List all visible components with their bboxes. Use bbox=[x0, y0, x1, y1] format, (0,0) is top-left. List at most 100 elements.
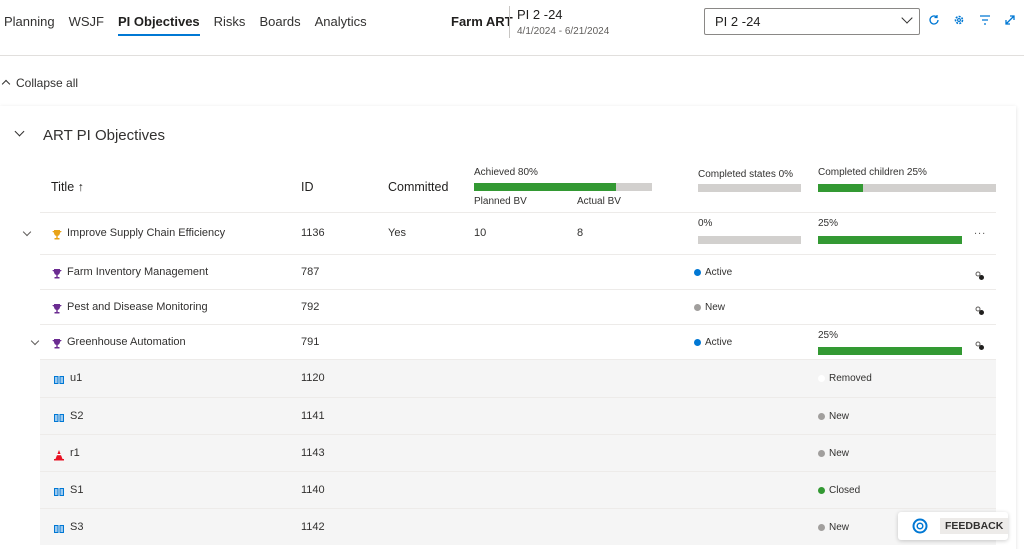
nav-tabs: Planning WSJF PI Objectives Risks Boards… bbox=[4, 0, 381, 44]
column-title[interactable]: Title ↑ bbox=[51, 180, 84, 194]
status-dot-icon bbox=[694, 269, 701, 276]
tab-analytics[interactable]: Analytics bbox=[315, 0, 367, 44]
row-id: 1120 bbox=[301, 372, 325, 384]
book-icon bbox=[53, 373, 65, 385]
status-dot-icon bbox=[818, 524, 825, 531]
achieved-progress-fill bbox=[474, 183, 617, 191]
row-title[interactable]: S2 bbox=[70, 410, 83, 422]
column-completed-states: Completed states 0% bbox=[698, 169, 794, 180]
row-committed: Yes bbox=[388, 227, 406, 239]
status-label: New bbox=[829, 522, 850, 533]
status-label: Active bbox=[705, 267, 733, 278]
tab-planning[interactable]: Planning bbox=[4, 0, 55, 44]
column-id[interactable]: ID bbox=[301, 180, 314, 194]
link-settings-icon[interactable] bbox=[975, 268, 985, 280]
header-divider bbox=[509, 6, 510, 38]
pi-select-value: PI 2 -24 bbox=[715, 14, 761, 29]
row-states-percent: 0% bbox=[698, 218, 713, 229]
tab-pi-objectives[interactable]: PI Objectives bbox=[118, 0, 200, 44]
column-achieved: Achieved 80% bbox=[474, 167, 538, 178]
column-planned-bv: Planned BV bbox=[474, 196, 527, 207]
row-expand-chevron-icon[interactable] bbox=[30, 336, 40, 346]
row-id: 791 bbox=[301, 336, 320, 348]
row-title[interactable]: Pest and Disease Monitoring bbox=[67, 301, 208, 313]
tab-risks[interactable]: Risks bbox=[214, 0, 246, 44]
lifebuoy-icon bbox=[912, 518, 928, 534]
table-row[interactable]: u1 1120 Removed bbox=[40, 359, 996, 397]
section-collapse-chevron-icon[interactable] bbox=[14, 126, 25, 137]
tab-boards[interactable]: Boards bbox=[259, 0, 300, 44]
status-badge: New bbox=[818, 448, 849, 459]
table-row[interactable]: Greenhouse Automation 791 Active 25% bbox=[30, 324, 996, 359]
status-label: New bbox=[829, 448, 850, 459]
collapse-all-button[interactable]: Collapse all bbox=[0, 76, 78, 90]
status-badge: Active bbox=[694, 337, 732, 348]
row-children-percent: 25% bbox=[818, 218, 839, 229]
row-title[interactable]: u1 bbox=[70, 372, 82, 384]
status-label: Removed bbox=[829, 373, 872, 384]
row-title[interactable]: Greenhouse Automation bbox=[67, 336, 186, 348]
table-row[interactable]: Farm Inventory Management 787 Active bbox=[40, 254, 996, 289]
link-settings-icon[interactable] bbox=[975, 303, 985, 315]
row-id: 1140 bbox=[301, 484, 325, 496]
column-committed[interactable]: Committed bbox=[388, 180, 448, 194]
status-badge: New bbox=[818, 522, 849, 533]
row-children-progress-fill bbox=[818, 236, 962, 244]
chevron-up-icon bbox=[1, 79, 11, 89]
completed-children-progress-bar bbox=[818, 184, 996, 192]
pi-select-dropdown[interactable]: PI 2 -24 bbox=[704, 8, 920, 35]
row-children-progress-fill bbox=[818, 347, 962, 355]
status-badge: Closed bbox=[818, 485, 860, 496]
table-row[interactable]: r1 1143 New bbox=[40, 434, 996, 471]
row-id: 1136 bbox=[301, 227, 325, 239]
collapse-all-label: Collapse all bbox=[16, 76, 79, 90]
row-id: 787 bbox=[301, 266, 320, 278]
row-title[interactable]: Improve Supply Chain Efficiency bbox=[67, 227, 225, 239]
link-settings-icon[interactable] bbox=[975, 338, 985, 350]
refresh-icon[interactable] bbox=[927, 13, 941, 27]
status-badge: New bbox=[694, 302, 725, 313]
row-title[interactable]: r1 bbox=[70, 447, 80, 459]
row-title[interactable]: S3 bbox=[70, 521, 83, 533]
table-row[interactable]: Improve Supply Chain Efficiency 1136 Yes 10… bbox=[22, 212, 996, 254]
table-row[interactable]: S1 1140 Closed bbox=[40, 471, 996, 508]
status-dot-icon bbox=[818, 375, 825, 382]
settings-gear-icon[interactable] bbox=[952, 13, 966, 27]
art-name: Farm ART bbox=[451, 14, 513, 29]
trophy-purple-icon bbox=[51, 267, 63, 279]
row-states-progress-bar bbox=[698, 236, 801, 244]
row-expand-chevron-icon[interactable] bbox=[22, 227, 32, 237]
table-row[interactable]: S3 1142 New bbox=[40, 508, 996, 545]
top-bar: Planning WSJF PI Objectives Risks Boards… bbox=[0, 0, 1024, 56]
table-row[interactable]: S2 1141 New bbox=[40, 397, 996, 434]
row-children-progress-bar bbox=[818, 347, 962, 355]
trophy-purple-icon bbox=[51, 302, 63, 314]
status-badge: Removed bbox=[818, 373, 872, 384]
book-icon bbox=[53, 411, 65, 423]
row-actual-bv: 8 bbox=[577, 227, 584, 239]
book-icon bbox=[53, 522, 65, 534]
trophy-purple-icon bbox=[51, 337, 63, 349]
filter-icon[interactable] bbox=[978, 13, 992, 27]
row-title[interactable]: Farm Inventory Management bbox=[67, 266, 208, 278]
status-dot-icon bbox=[694, 304, 701, 311]
table-row[interactable]: Pest and Disease Monitoring 792 New bbox=[40, 289, 996, 324]
feedback-button[interactable]: FEEDBACK bbox=[898, 512, 1009, 540]
row-planned-bv: 10 bbox=[474, 227, 487, 239]
feedback-label: FEEDBACK bbox=[940, 518, 1009, 534]
row-id: 1142 bbox=[301, 521, 325, 533]
status-dot-icon bbox=[818, 413, 825, 420]
risk-cone-icon bbox=[53, 448, 65, 461]
status-dot-icon bbox=[818, 450, 825, 457]
row-title[interactable]: S1 bbox=[70, 484, 83, 496]
more-actions-button[interactable]: ... bbox=[974, 225, 986, 237]
chevron-down-icon bbox=[901, 12, 913, 24]
pi-name: PI 2 -24 bbox=[517, 7, 563, 22]
expand-fullscreen-icon[interactable] bbox=[1003, 13, 1017, 27]
status-label: New bbox=[705, 302, 726, 313]
book-icon bbox=[53, 485, 65, 497]
pi-objectives-card: ART PI Objectives Title ↑ ID Committed A… bbox=[0, 106, 1016, 549]
completed-states-progress-bar bbox=[698, 184, 801, 192]
tab-wsjf[interactable]: WSJF bbox=[69, 0, 104, 44]
row-children-progress-bar bbox=[818, 236, 962, 244]
